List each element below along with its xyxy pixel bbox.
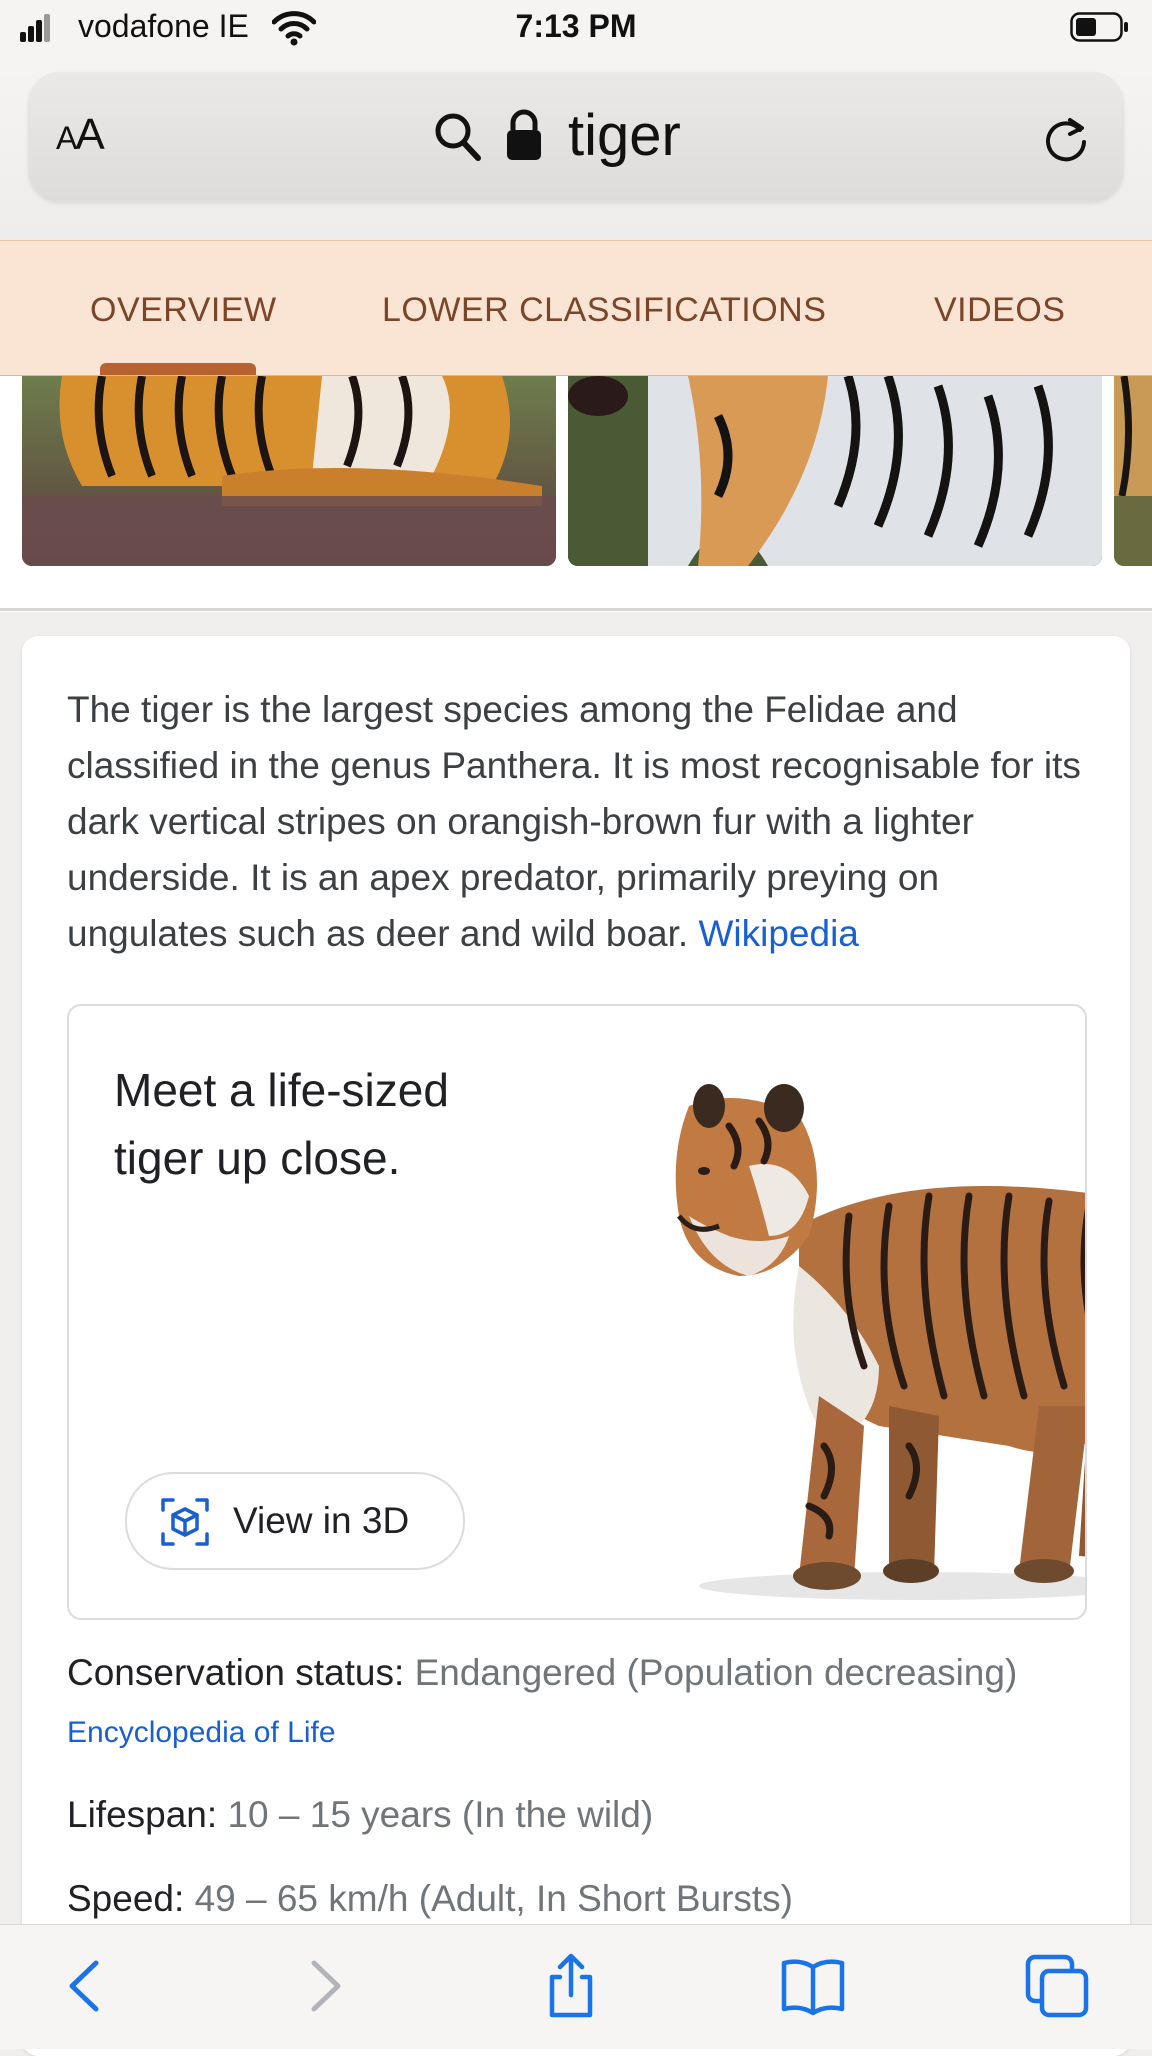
tiger-image-3[interactable]	[1114, 376, 1152, 566]
url-query-text[interactable]: tiger	[568, 102, 681, 169]
ar-3d-card[interactable]: Meet a life-sized tiger up close. View i…	[67, 1004, 1087, 1620]
fact-conservation-status: Conservation status: Endangered (Populat…	[67, 1652, 1017, 1694]
forward-icon[interactable]	[290, 1951, 360, 2021]
selected-tab-indicator	[100, 363, 256, 375]
browser-toolbar	[0, 1924, 1152, 2049]
clock: 7:13 PM	[515, 8, 637, 44]
image-carousel	[0, 376, 1152, 612]
bookmarks-icon[interactable]	[778, 1951, 848, 2021]
result-tabs: OVERVIEW LOWER CLASSIFICATIONS VIDEOS	[0, 240, 1152, 377]
divider	[0, 608, 1152, 611]
tab-overview[interactable]: OVERVIEW	[90, 291, 277, 330]
fact-speed: Speed: 49 – 65 km/h (Adult, In Short Bur…	[67, 1878, 793, 1920]
lock-icon	[507, 109, 541, 160]
view-in-3d-button[interactable]: View in 3D	[125, 1472, 465, 1570]
tabs-icon[interactable]	[1022, 1951, 1092, 2021]
browser-header: AA tiger	[0, 62, 1152, 240]
fact-value: 10 – 15 years (In the wild)	[227, 1794, 654, 1835]
fact-label: Lifespan:	[67, 1794, 218, 1835]
description-text: The tiger is the largest species among t…	[67, 689, 1081, 954]
tab-videos[interactable]: VIDEOS	[934, 291, 1065, 330]
fact-value: Endangered (Population decreasing)	[414, 1652, 1018, 1693]
search-icon	[435, 113, 481, 161]
description: The tiger is the largest species among t…	[67, 682, 1087, 962]
fact-label: Speed:	[67, 1878, 185, 1919]
status-bar: vodafone IE 7:13 PM	[0, 0, 1152, 62]
share-icon[interactable]	[536, 1951, 606, 2021]
ar-card-title: Meet a life-sized tiger up close.	[114, 1064, 449, 1184]
knowledge-panel-card: The tiger is the largest species among t…	[22, 636, 1130, 2056]
tiger-3d-model[interactable]	[649, 1066, 1087, 1606]
fact-value: 49 – 65 km/h (Adult, In Short Bursts)	[194, 1878, 793, 1919]
fact-label: Conservation status:	[67, 1652, 405, 1693]
view-in-3d-label: View in 3D	[233, 1500, 410, 1541]
encyclopedia-of-life-link[interactable]: Encyclopedia of Life	[67, 1716, 336, 1750]
back-icon[interactable]	[50, 1951, 120, 2021]
reload-icon[interactable]	[1040, 114, 1092, 166]
battery-icon	[1070, 12, 1128, 42]
address-bar[interactable]: AA tiger	[28, 72, 1124, 202]
wikipedia-link[interactable]: Wikipedia	[698, 913, 858, 954]
text-size-button[interactable]: AA	[56, 110, 105, 160]
tiger-image-1[interactable]	[22, 376, 556, 566]
tab-lower-classifications[interactable]: LOWER CLASSIFICATIONS	[382, 291, 826, 330]
fact-lifespan: Lifespan: 10 – 15 years (In the wild)	[67, 1794, 653, 1836]
3d-cube-icon	[161, 1498, 209, 1546]
tiger-image-2[interactable]	[568, 376, 1102, 566]
